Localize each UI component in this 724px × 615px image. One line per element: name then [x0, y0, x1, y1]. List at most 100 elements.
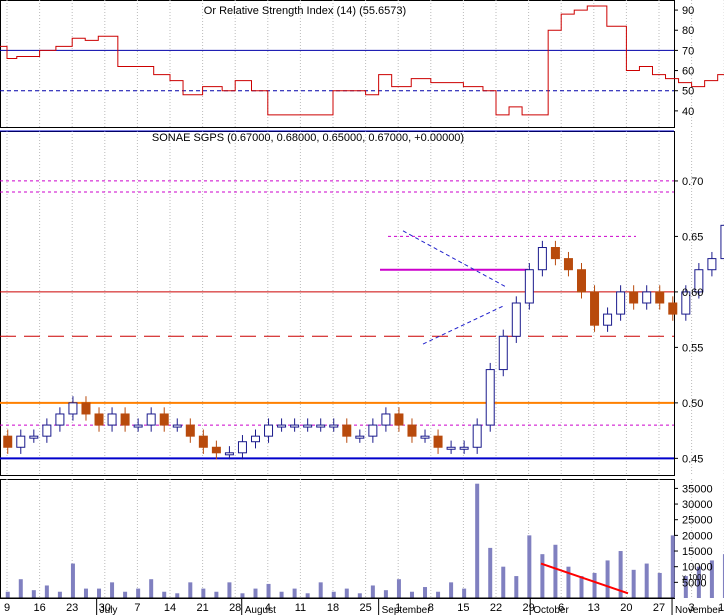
price-bar [277, 424, 287, 428]
rsi-title: Or Relative Strength Index (14) (55.6573… [204, 5, 406, 17]
price-bar [355, 435, 365, 439]
volume-bar [18, 579, 23, 598]
volume-bar [396, 579, 401, 598]
volume-tick-label: 10000 [682, 562, 713, 574]
price-bar [81, 402, 91, 415]
price-bar [107, 413, 117, 426]
price-bar [237, 441, 247, 454]
price-bar [511, 302, 521, 337]
price-bar [329, 424, 339, 428]
x-tick-label: 11 [295, 602, 306, 614]
volume-bar [97, 588, 102, 598]
volume-bar [266, 583, 271, 598]
rsi-tick-label: 60 [682, 66, 694, 78]
rsi-series-line [0, 5, 724, 116]
price-bar [368, 424, 378, 437]
x-tick-label: 18 [327, 602, 339, 614]
price-bar [94, 413, 104, 426]
volume-bar [44, 585, 49, 598]
volume-bar [344, 588, 349, 598]
volume-tick-label: 35000 [682, 483, 713, 495]
price-bar [211, 446, 221, 454]
price-bar [420, 435, 430, 439]
price-bar [459, 446, 469, 450]
price-bar [433, 435, 443, 448]
stock-chart: 90 80 70 60 50 40 0.70 0.65 0.60 0.55 0.50 0.45 35… [0, 0, 724, 615]
x-tick-label: 22 [490, 602, 502, 614]
price-tick-label: 0.60 [682, 287, 703, 299]
month-label: November [675, 605, 722, 615]
x-tick-label: 15 [457, 602, 469, 614]
price-bar [198, 435, 208, 448]
volume-bar [162, 591, 167, 598]
price-bar [55, 413, 65, 426]
price-bar [642, 291, 652, 304]
volume-bar [657, 572, 662, 598]
price-bar [707, 258, 717, 271]
price-bar [342, 424, 352, 437]
volume-tick-label: 20000 [682, 530, 713, 542]
volume-bar [409, 591, 414, 598]
x-axis: 9162330714212841118251815222961320273101… [0, 597, 724, 615]
volume-bar [57, 591, 62, 598]
price-bar [394, 413, 404, 426]
price-tick-label: 0.65 [682, 231, 703, 243]
price-bar [577, 269, 586, 293]
volume-bar [123, 591, 128, 598]
price-bar [224, 452, 234, 456]
price-bar [3, 435, 13, 448]
x-tick-label: 16 [33, 602, 45, 614]
volume-bar [383, 590, 388, 598]
price-bar [120, 413, 130, 426]
price-title: SONAE SGPS (0.67000, 0.68000, 0.65000, 0… [152, 132, 464, 144]
volume-bar [83, 588, 88, 598]
price-tick-label: 0.70 [682, 176, 703, 188]
volume-bar [253, 588, 258, 598]
price-bar [303, 424, 313, 428]
volume-bar [201, 588, 206, 598]
price-bar [446, 446, 456, 450]
price-bar [550, 247, 560, 260]
volume-bar [31, 590, 36, 598]
price-bar [537, 247, 547, 271]
volume-bar [488, 547, 493, 598]
volume-bar [136, 588, 141, 598]
volume-bar [279, 591, 284, 598]
vol-frame [0, 479, 675, 599]
volume-bar [370, 585, 375, 598]
rsi-tick-label: 70 [682, 45, 694, 57]
volume-bar [540, 554, 545, 598]
volume-bar [436, 591, 441, 598]
volume-bar [423, 587, 428, 598]
volume-bar [227, 582, 232, 598]
price-bar [498, 335, 508, 371]
x-tick-label: 25 [359, 602, 371, 614]
volume-bar [644, 563, 649, 598]
month-label: September [382, 605, 432, 615]
price-bar [133, 424, 143, 428]
volume-bar [553, 544, 558, 598]
rsi-panel: 90 80 70 60 50 40 [0, 5, 724, 118]
volume-bar [631, 569, 636, 598]
rsi-tick-label: 40 [682, 106, 694, 118]
price-bar [590, 291, 600, 326]
price-bar [407, 424, 417, 437]
price-bar [264, 424, 274, 437]
rsi-frame [0, 0, 675, 128]
price-bar [29, 435, 39, 439]
price-bar [381, 413, 391, 426]
volume-bar [331, 591, 336, 598]
price-bar [16, 435, 26, 448]
price-tick-label: 0.45 [682, 453, 703, 465]
x-tick-label: 28 [229, 602, 241, 614]
rsi-tick-label: 80 [682, 25, 694, 37]
rsi-tick-label: 50 [682, 86, 694, 98]
month-label: October [533, 605, 569, 615]
price-bar [251, 435, 260, 443]
price-bar [172, 424, 182, 428]
rsi-tick-label: 90 [682, 5, 694, 17]
volume-tick-label: 15000 [682, 546, 713, 558]
price-tick-label: 0.50 [682, 398, 703, 410]
volume-bar [501, 566, 506, 598]
volume-bar [462, 588, 467, 598]
